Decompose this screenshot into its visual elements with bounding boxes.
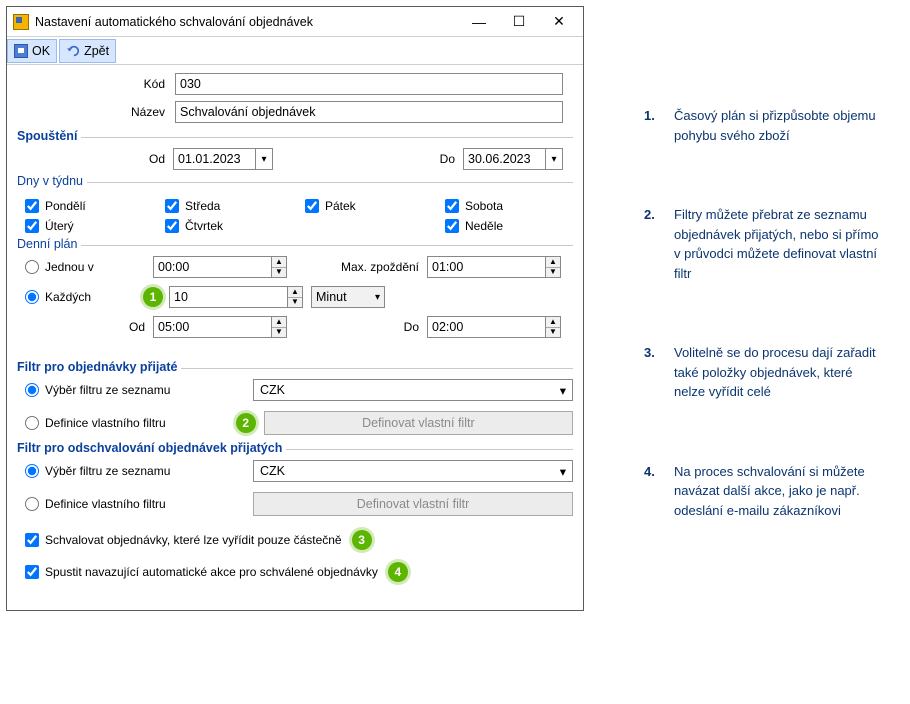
define-custom-filter-in-button[interactable]: Definovat vlastní filtr <box>264 411 573 435</box>
date-from-label: Od <box>137 152 165 166</box>
filter-in-list-value: CZK <box>260 383 285 397</box>
plan-from-label: Od <box>129 320 145 334</box>
spin-down-icon[interactable]: ▼ <box>546 328 560 338</box>
side-notes: 1. Časový plán si přizpůsobte objemu poh… <box>644 6 884 580</box>
close-button[interactable]: ✕ <box>539 8 579 36</box>
radio-filter-in-list[interactable]: Výběr filtru ze seznamu <box>25 383 241 397</box>
checkbox-run-followup[interactable]: Spustit navazující automatické akce pro … <box>25 562 573 582</box>
plan-from-spin[interactable]: ▲▼ <box>153 316 287 338</box>
radio-filter-out-custom[interactable]: Definice vlastního filtru <box>25 497 241 511</box>
back-button-label: Zpět <box>84 44 109 58</box>
filter-out-list-select[interactable]: CZK ▾ <box>253 460 573 482</box>
checkbox-partial-approval[interactable]: Schvalovat objednávky, které lze vyřídit… <box>25 530 573 550</box>
max-delay-spin[interactable]: ▲▼ <box>427 256 561 278</box>
filter-in-list-select[interactable]: CZK ▾ <box>253 379 573 401</box>
filter-disapprove-legend: Filtr pro odschvalování objednávek přija… <box>17 441 286 455</box>
spin-up-icon[interactable]: ▲ <box>272 257 286 268</box>
max-delay-input[interactable] <box>427 256 545 278</box>
once-time-spin[interactable]: ▲▼ <box>153 256 287 278</box>
weekdays-legend: Dny v týdnu <box>17 174 87 188</box>
window-title: Nastavení automatického schvalování obje… <box>35 15 459 29</box>
spin-up-icon[interactable]: ▲ <box>546 257 560 268</box>
dialog-window: Nastavení automatického schvalování obje… <box>6 6 584 611</box>
trigger-legend: Spouštění <box>17 129 81 143</box>
checkbox-friday[interactable]: Pátek <box>305 199 445 213</box>
every-value-input[interactable] <box>169 286 287 308</box>
date-to-label: Do <box>427 152 455 166</box>
name-label: Název <box>17 105 175 119</box>
undo-icon <box>66 44 80 58</box>
weekdays-group: Dny v týdnu Pondělí Středa Pátek Sobota … <box>17 182 573 233</box>
chevron-down-icon: ▾ <box>560 383 566 398</box>
every-unit-value: Minut <box>316 290 347 304</box>
spin-up-icon[interactable]: ▲ <box>546 317 560 328</box>
note-1: 1. Časový plán si přizpůsobte objemu poh… <box>644 106 884 145</box>
titlebar: Nastavení automatického schvalování obje… <box>7 7 583 37</box>
radio-filter-in-custom[interactable]: Definice vlastního filtru <box>25 416 234 430</box>
checkbox-wednesday[interactable]: Středa <box>165 199 305 213</box>
radio-once[interactable]: Jednou v <box>25 260 145 274</box>
minimize-button[interactable]: — <box>459 8 499 36</box>
note-3: 3. Volitelně se do procesu dají zařadit … <box>644 343 884 402</box>
daily-plan-legend: Denní plán <box>17 237 81 251</box>
max-delay-label: Max. zpoždění <box>323 260 419 274</box>
plan-to-spin[interactable]: ▲▼ <box>427 316 561 338</box>
note-2: 2. Filtry můžete přebrat ze seznamu obje… <box>644 205 884 283</box>
chevron-down-icon: ▾ <box>375 292 380 303</box>
chevron-down-icon[interactable]: ▾ <box>255 148 273 170</box>
date-from-input[interactable] <box>173 148 255 170</box>
plan-to-label: Do <box>323 320 419 334</box>
note-4: 4. Na proces schvalování si můžete naváz… <box>644 462 884 521</box>
checkbox-sunday[interactable]: Neděle <box>445 219 585 233</box>
trigger-group: Spouštění Od ▾ Do ▾ Dny v t <box>17 137 573 338</box>
plan-to-input[interactable] <box>427 316 545 338</box>
spin-up-icon[interactable]: ▲ <box>288 287 302 298</box>
checkbox-monday[interactable]: Pondělí <box>25 199 165 213</box>
spin-down-icon[interactable]: ▼ <box>272 328 286 338</box>
date-to-field[interactable]: ▾ <box>463 148 563 170</box>
every-unit-select[interactable]: Minut ▾ <box>311 286 385 308</box>
filter-incoming-legend: Filtr pro objednávky přijaté <box>17 360 181 374</box>
date-to-input[interactable] <box>463 148 545 170</box>
code-label: Kód <box>17 77 175 91</box>
badge-3: 3 <box>352 530 372 550</box>
ok-button-label: OK <box>32 44 50 58</box>
ok-button[interactable]: OK <box>7 39 57 63</box>
filter-disapprove-group: Filtr pro odschvalování objednávek přija… <box>17 449 573 516</box>
checkbox-thursday[interactable]: Čtvrtek <box>165 219 305 233</box>
every-value-spin[interactable]: ▲▼ <box>169 286 303 308</box>
badge-2: 2 <box>236 413 256 433</box>
radio-filter-out-list[interactable]: Výběr filtru ze seznamu <box>25 464 241 478</box>
chevron-down-icon[interactable]: ▾ <box>545 148 563 170</box>
name-input[interactable] <box>175 101 563 123</box>
toolbar: OK Zpět <box>7 37 583 65</box>
back-button[interactable]: Zpět <box>59 39 116 63</box>
checkbox-saturday[interactable]: Sobota <box>445 199 585 213</box>
save-icon <box>14 44 28 58</box>
app-icon <box>13 14 29 30</box>
plan-from-input[interactable] <box>153 316 271 338</box>
spin-down-icon[interactable]: ▼ <box>546 268 560 278</box>
chevron-down-icon: ▾ <box>560 464 566 479</box>
spin-down-icon[interactable]: ▼ <box>288 298 302 308</box>
spin-down-icon[interactable]: ▼ <box>272 268 286 278</box>
code-input[interactable] <box>175 73 563 95</box>
spin-up-icon[interactable]: ▲ <box>272 317 286 328</box>
badge-4: 4 <box>388 562 408 582</box>
checkbox-tuesday[interactable]: Úterý <box>25 219 165 233</box>
maximize-button[interactable]: ☐ <box>499 8 539 36</box>
date-from-field[interactable]: ▾ <box>173 148 273 170</box>
radio-every[interactable]: Každých <box>25 290 145 304</box>
filter-out-list-value: CZK <box>260 464 285 478</box>
filter-incoming-group: Filtr pro objednávky přijaté Výběr filtr… <box>17 368 573 435</box>
daily-plan-group: Denní plán Jednou v ▲▼ Max. zpoždění <box>17 245 573 338</box>
define-custom-filter-out-button[interactable]: Definovat vlastní filtr <box>253 492 573 516</box>
badge-1: 1 <box>143 287 163 307</box>
once-time-input[interactable] <box>153 256 271 278</box>
